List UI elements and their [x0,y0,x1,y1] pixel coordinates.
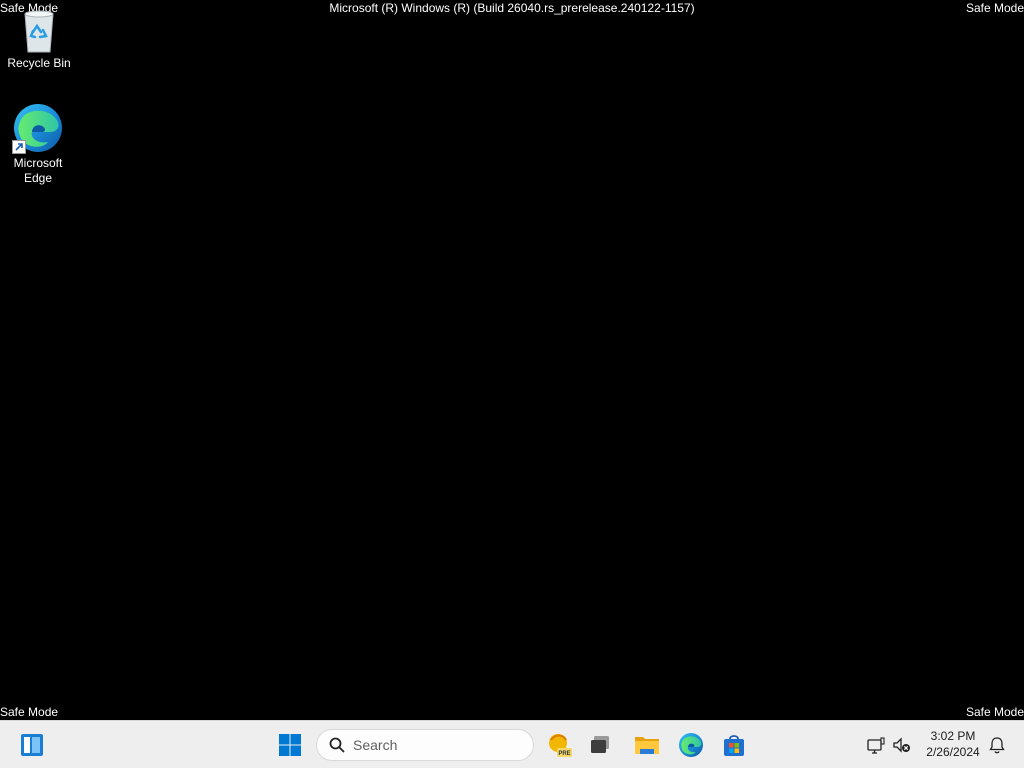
file-explorer-button[interactable] [627,725,667,765]
start-button[interactable] [270,725,310,765]
clock-time: 3:02 PM [930,729,976,743]
network-icon[interactable] [866,735,886,755]
svg-text:PRE: PRE [558,751,570,757]
copilot-button[interactable]: PRE [540,725,580,765]
taskbar: Search PRE 3:02 PM 2/26/2024 [0,720,1024,768]
widgets-icon [21,734,43,756]
file-explorer-icon [635,737,659,754]
copilot-icon: PRE [549,734,572,757]
microsoft-store-button[interactable] [714,725,754,765]
shortcut-arrow-icon [12,140,26,154]
desktop-icon-label: Microsoft Edge [13,156,63,185]
safe-mode-label-bottom-right: Safe Mode [965,705,1024,719]
taskbar-search-box[interactable]: Search [316,729,534,761]
recycle-bin-icon [24,10,54,53]
build-string: Microsoft (R) Windows (R) (Build 26040.r… [329,1,695,15]
notification-bell-icon[interactable] [987,735,1007,755]
clock-date: 2/26/2024 [926,745,980,759]
taskbar-clock[interactable]: 3:02 PM 2/26/2024 [918,728,988,760]
search-placeholder: Search [353,737,398,753]
edge-icon [679,733,703,757]
task-view-icon [591,736,609,753]
safe-mode-label-bottom-left: Safe Mode [0,705,59,719]
desktop-icon-recycle-bin[interactable]: Recycle Bin [1,8,77,71]
task-view-button[interactable] [580,725,620,765]
microsoft-store-icon [724,735,744,756]
edge-taskbar-button[interactable] [671,725,711,765]
volume-muted-icon[interactable] [892,735,912,755]
windows-start-icon [279,734,301,756]
desktop-icon-microsoft-edge[interactable]: Microsoft Edge [0,102,76,186]
search-icon [329,737,345,753]
desktop-icon-label: Recycle Bin [7,56,71,70]
widgets-button[interactable] [12,725,52,765]
safe-mode-label-top-right: Safe Mode [965,1,1024,15]
